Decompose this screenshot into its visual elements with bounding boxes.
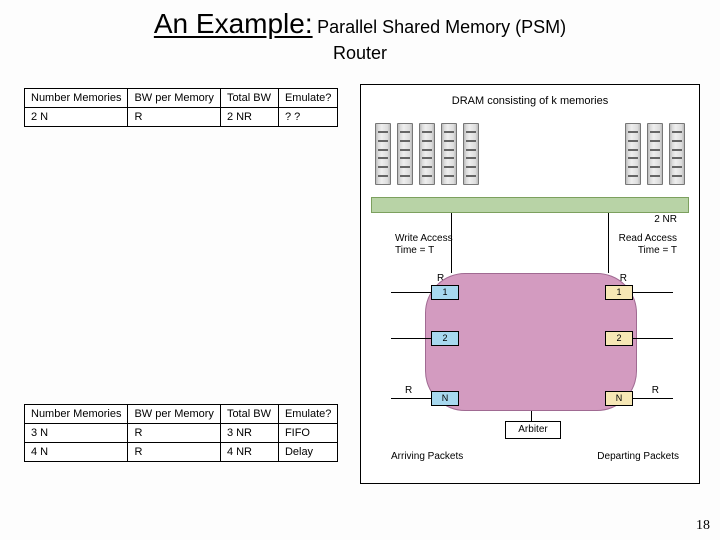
cell: 4 NR — [220, 443, 278, 462]
col-header: Emulate? — [278, 405, 337, 424]
table-row: Number Memories BW per Memory Total BW E… — [25, 405, 338, 424]
cell: 2 NR — [220, 108, 278, 127]
table-row: 3 N R 3 NR FIFO — [25, 424, 338, 443]
cell: Delay — [278, 443, 337, 462]
cell: R — [128, 424, 220, 443]
cell: 2 N — [25, 108, 128, 127]
input-port-n: N — [431, 391, 459, 406]
title-sub-1: Parallel Shared Memory (PSM) — [317, 17, 566, 37]
memory-bank-icon — [647, 123, 663, 185]
psm-diagram: DRAM consisting of k memories 2 NR Write… — [360, 84, 700, 484]
memory-bank-icon — [669, 123, 685, 185]
connector-line — [608, 213, 609, 273]
output-port-2: 2 — [605, 331, 633, 346]
table-summary-top: Number Memories BW per Memory Total BW E… — [24, 88, 338, 127]
bus-label: 2 NR — [654, 214, 677, 225]
connector-line — [391, 398, 431, 399]
cell: 3 NR — [220, 424, 278, 443]
cell: 4 N — [25, 443, 128, 462]
connector-line — [633, 292, 673, 293]
output-port-n: N — [605, 391, 633, 406]
dram-label: DRAM consisting of k memories — [361, 95, 699, 107]
col-header: BW per Memory — [128, 89, 220, 108]
col-header: Total BW — [220, 89, 278, 108]
memory-bank-icon — [463, 123, 479, 185]
input-port-1: 1 — [431, 285, 459, 300]
memory-bank-icon — [441, 123, 457, 185]
col-header: Emulate? — [278, 89, 337, 108]
write-access-label: Write Access Time = T — [395, 233, 453, 257]
col-header: Total BW — [220, 405, 278, 424]
departing-packets-label: Departing Packets — [597, 451, 679, 462]
connector-line — [633, 398, 673, 399]
slide-title: An Example: Parallel Shared Memory (PSM)… — [0, 0, 720, 66]
table-row: 4 N R 4 NR Delay — [25, 443, 338, 462]
page-number: 18 — [696, 518, 710, 534]
arbiter-box: Arbiter — [505, 421, 561, 439]
read-access-label: Read Access Time = T — [619, 233, 677, 257]
cell: R — [128, 108, 220, 127]
bus-bar — [371, 197, 689, 213]
connector-line — [531, 411, 532, 421]
col-header: BW per Memory — [128, 405, 220, 424]
bank-group-left — [375, 123, 479, 185]
connector-line — [633, 338, 673, 339]
memory-bank-icon — [397, 123, 413, 185]
title-sub-2: Router — [333, 43, 387, 63]
title-main: An Example: — [154, 8, 313, 39]
bank-group-right — [625, 123, 685, 185]
cell: R — [128, 443, 220, 462]
cell: ? ? — [278, 108, 337, 127]
table-summary-bottom: Number Memories BW per Memory Total BW E… — [24, 404, 338, 462]
connector-line — [391, 292, 431, 293]
memory-bank-icon — [625, 123, 641, 185]
arriving-packets-label: Arriving Packets — [391, 451, 463, 462]
input-port-2: 2 — [431, 331, 459, 346]
memory-bank-icon — [375, 123, 391, 185]
rate-label-left-bottom: R — [405, 385, 412, 396]
output-port-1: 1 — [605, 285, 633, 300]
memory-bank-icon — [419, 123, 435, 185]
col-header: Number Memories — [25, 405, 128, 424]
table-row: 2 N R 2 NR ? ? — [25, 108, 338, 127]
rate-label-right-bottom: R — [652, 385, 659, 396]
memory-banks — [375, 123, 685, 185]
col-header: Number Memories — [25, 89, 128, 108]
table-row: Number Memories BW per Memory Total BW E… — [25, 89, 338, 108]
cell: FIFO — [278, 424, 337, 443]
connector-line — [451, 213, 452, 273]
connector-line — [391, 338, 431, 339]
cell: 3 N — [25, 424, 128, 443]
